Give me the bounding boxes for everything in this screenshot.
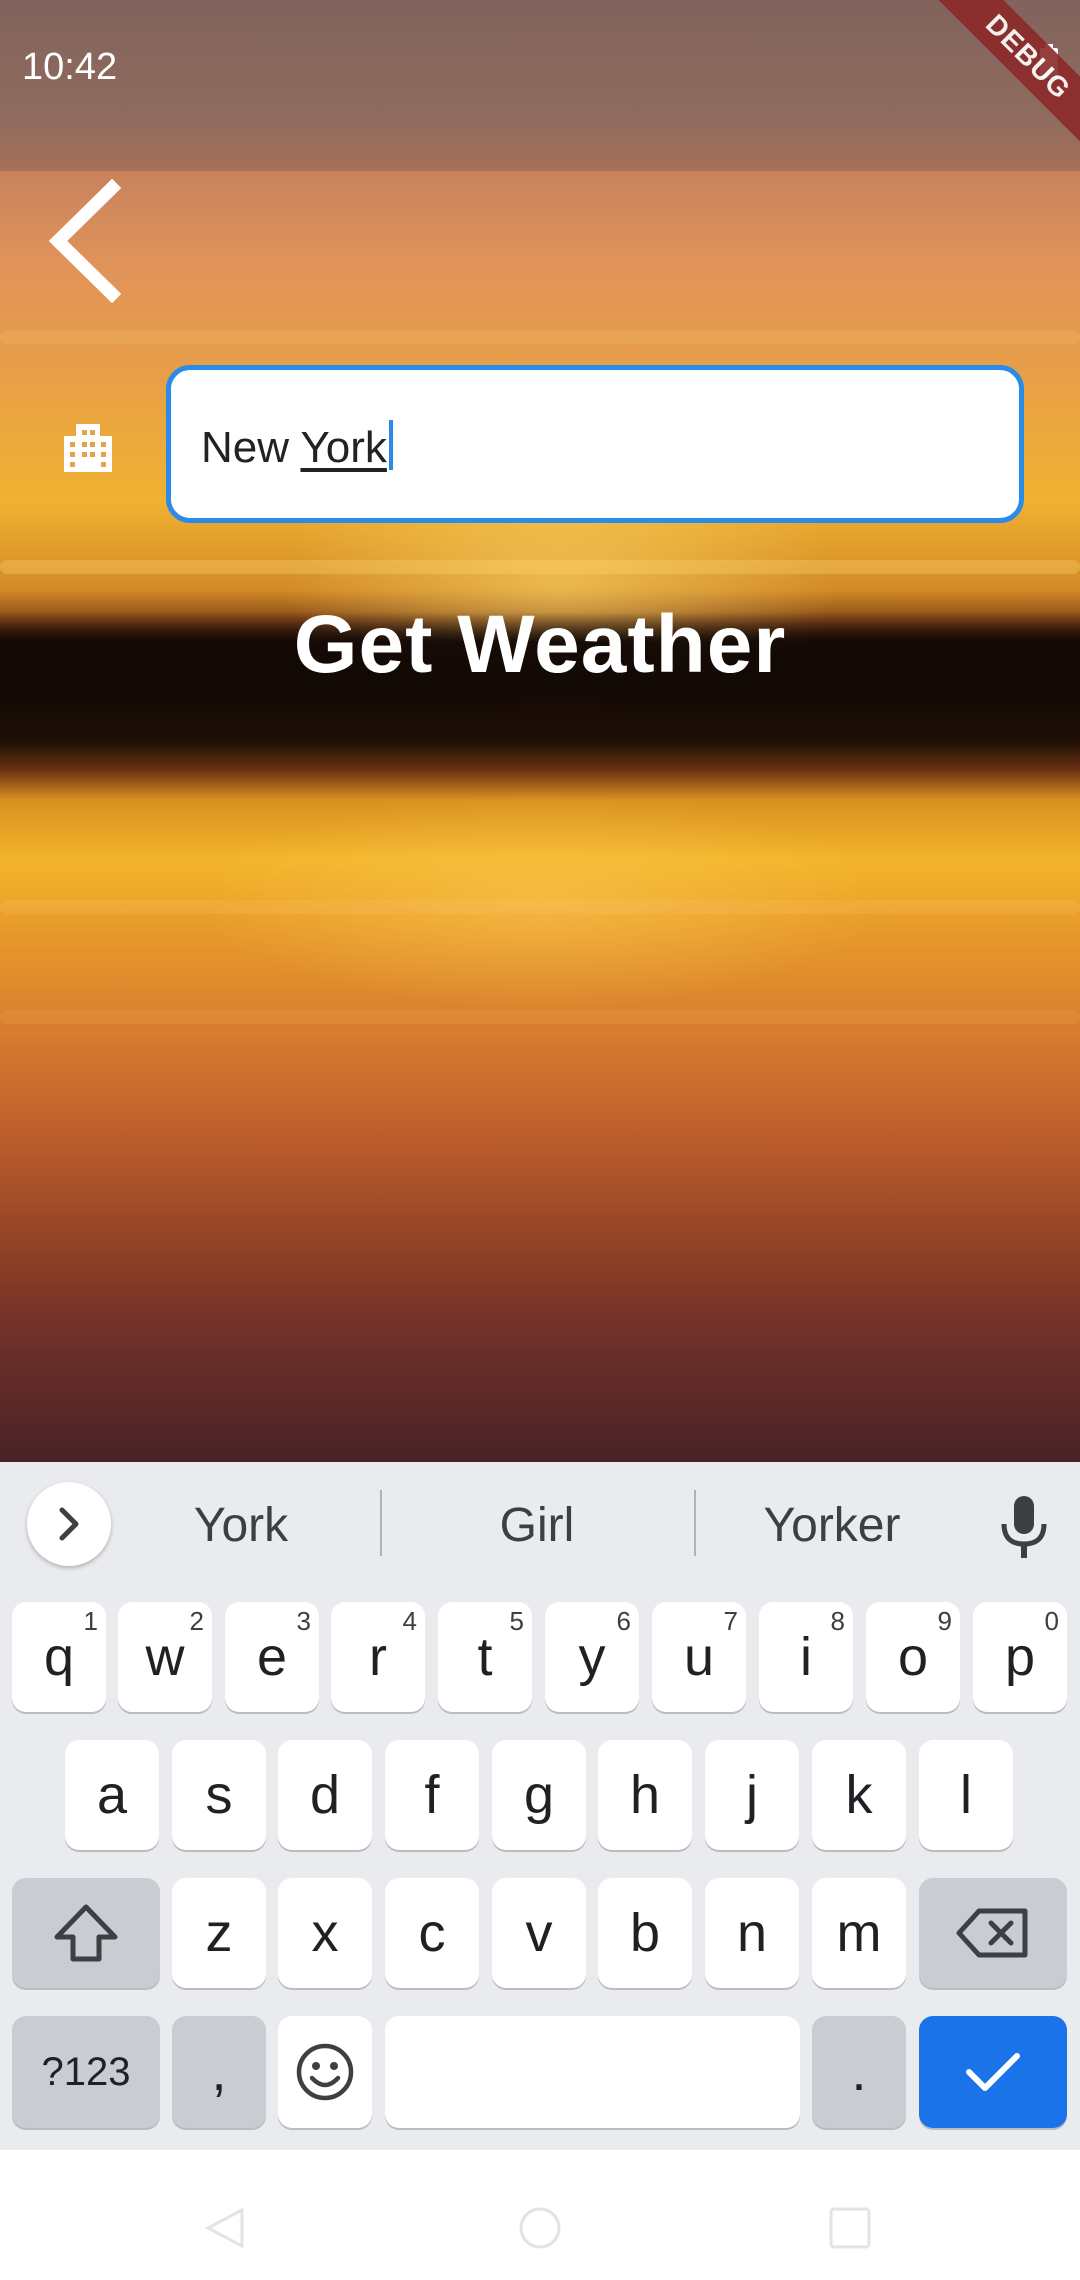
key-label: t xyxy=(477,1627,493,1687)
city-input-composing-text: York xyxy=(300,423,387,472)
key-label: w xyxy=(145,1627,185,1687)
key-hint: 4 xyxy=(402,1606,417,1636)
key-w[interactable]: w2 xyxy=(118,1602,212,1712)
key-o[interactable]: o9 xyxy=(866,1602,960,1712)
key-label: o xyxy=(897,1627,929,1687)
mic-icon[interactable] xyxy=(996,1494,1052,1560)
key-label: q xyxy=(43,1627,75,1687)
shift-icon xyxy=(54,1904,118,1962)
key-x[interactable]: x xyxy=(278,1878,372,1988)
text-cursor xyxy=(388,420,393,470)
suggestion-yorker[interactable]: Yorker xyxy=(707,1498,957,1553)
city-icon xyxy=(64,424,112,472)
city-input-value: New York xyxy=(201,420,393,473)
suggestion-divider xyxy=(380,1490,382,1556)
key-v[interactable]: v xyxy=(492,1878,586,1988)
key-label: y xyxy=(578,1627,606,1687)
key-m[interactable]: m xyxy=(812,1878,906,1988)
key-l[interactable]: l xyxy=(919,1740,1013,1850)
symbols-key[interactable]: ?123 xyxy=(12,2016,160,2128)
key-a[interactable]: a xyxy=(65,1740,159,1850)
key-z[interactable]: z xyxy=(172,1878,266,1988)
key-hint: 6 xyxy=(616,1606,631,1636)
key-hint: 8 xyxy=(830,1606,845,1636)
nav-recents-icon[interactable] xyxy=(828,2206,872,2250)
back-arrow-icon xyxy=(48,178,122,304)
suggestion-strip: York Girl Yorker xyxy=(0,1462,1080,1580)
key-s[interactable]: s xyxy=(172,1740,266,1850)
key-f[interactable]: f xyxy=(385,1740,479,1850)
key-h[interactable]: h xyxy=(598,1740,692,1850)
key-k[interactable]: k xyxy=(812,1740,906,1850)
nav-home-icon[interactable] xyxy=(518,2206,562,2250)
backspace-key[interactable] xyxy=(919,1878,1067,1988)
back-button[interactable] xyxy=(40,176,140,306)
key-p[interactable]: p0 xyxy=(973,1602,1067,1712)
key-d[interactable]: d xyxy=(278,1740,372,1850)
key-label: p xyxy=(1004,1627,1036,1687)
key-t[interactable]: t5 xyxy=(438,1602,532,1712)
city-search-input[interactable]: New York xyxy=(166,365,1024,523)
space-key[interactable] xyxy=(385,2016,800,2128)
check-icon xyxy=(966,2053,1020,2091)
key-j[interactable]: j xyxy=(705,1740,799,1850)
get-weather-button[interactable]: Get Weather xyxy=(0,598,1080,692)
key-label: i xyxy=(800,1627,812,1687)
emoji-key[interactable] xyxy=(278,2016,372,2128)
system-nav-bar xyxy=(0,2150,1080,2280)
key-hint: 9 xyxy=(937,1606,952,1636)
key-hint: 0 xyxy=(1044,1606,1059,1636)
key-hint: 1 xyxy=(83,1606,98,1636)
key-y[interactable]: y6 xyxy=(545,1602,639,1712)
key-n[interactable]: n xyxy=(705,1878,799,1988)
key-u[interactable]: u7 xyxy=(652,1602,746,1712)
key-b[interactable]: b xyxy=(598,1878,692,1988)
city-input-text: New xyxy=(201,423,301,472)
soft-keyboard: York Girl Yorker q1 w2 e3 r4 t5 y6 u7 i8… xyxy=(0,1462,1080,2150)
emoji-icon xyxy=(296,2043,354,2101)
key-r[interactable]: r4 xyxy=(331,1602,425,1712)
shift-key[interactable] xyxy=(12,1878,160,1988)
backspace-icon xyxy=(956,1908,1028,1958)
comma-key[interactable]: , xyxy=(172,2016,266,2128)
key-hint: 3 xyxy=(296,1606,311,1636)
key-e[interactable]: e3 xyxy=(225,1602,319,1712)
key-hint: 5 xyxy=(509,1606,524,1636)
key-c[interactable]: c xyxy=(385,1878,479,1988)
key-label: r xyxy=(369,1627,387,1687)
key-label: e xyxy=(256,1627,288,1687)
status-bar: 10:42 xyxy=(0,0,1080,171)
key-label: u xyxy=(683,1627,715,1687)
chevron-right-icon xyxy=(59,1507,79,1541)
suggestion-divider xyxy=(694,1490,696,1556)
key-hint: 7 xyxy=(723,1606,738,1636)
sunset-background xyxy=(0,0,1080,1462)
key-i[interactable]: i8 xyxy=(759,1602,853,1712)
suggestion-york[interactable]: York xyxy=(116,1498,366,1553)
period-key[interactable]: . xyxy=(812,2016,906,2128)
suggestion-girl[interactable]: Girl xyxy=(412,1498,662,1553)
status-time: 10:42 xyxy=(22,46,118,88)
key-g[interactable]: g xyxy=(492,1740,586,1850)
nav-back-icon[interactable] xyxy=(204,2206,246,2250)
key-hint: 2 xyxy=(189,1606,204,1636)
keyboard-expand-button[interactable] xyxy=(27,1482,111,1566)
done-key[interactable] xyxy=(919,2016,1067,2128)
key-q[interactable]: q1 xyxy=(12,1602,106,1712)
